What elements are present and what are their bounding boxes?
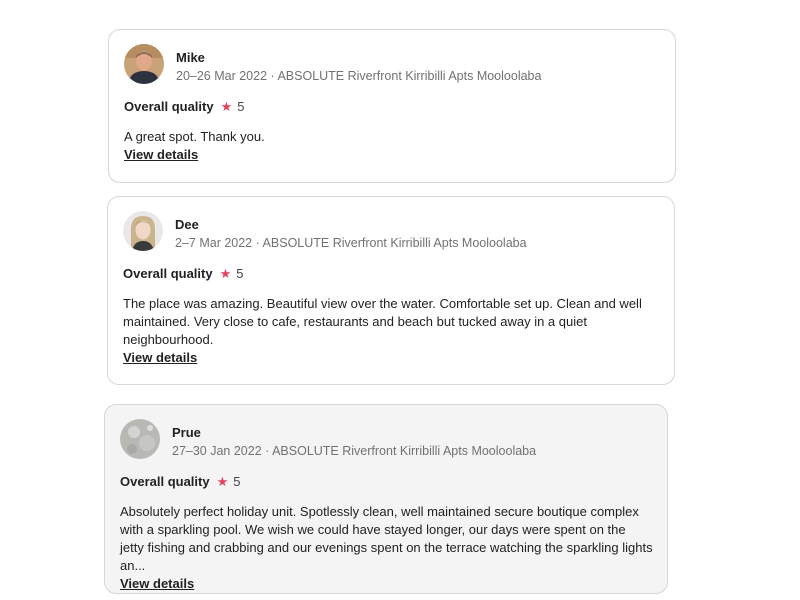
- star-icon: ★: [219, 266, 232, 281]
- review-meta: 27–30 Jan 2022 · ABSOLUTE Riverfront Kir…: [172, 444, 537, 458]
- view-details-link[interactable]: View details: [120, 576, 194, 592]
- review-header: Dee 2–7 Mar 2022 · ABSOLUTE Riverfront K…: [123, 211, 660, 255]
- review-header: Prue 27–30 Jan 2022 · ABSOLUTE Riverfron…: [120, 419, 653, 463]
- avatar[interactable]: [120, 419, 160, 459]
- rating-label: Overall quality: [123, 266, 213, 281]
- rating-value: 5: [237, 99, 245, 114]
- reviewer-name: Prue: [172, 425, 201, 440]
- view-details-link[interactable]: View details: [123, 350, 197, 366]
- review-card: Prue 27–30 Jan 2022 · ABSOLUTE Riverfron…: [104, 404, 668, 594]
- rating-row: Overall quality ★ 5: [120, 474, 653, 490]
- avatar[interactable]: [124, 44, 164, 84]
- rating-row: Overall quality ★ 5: [124, 99, 661, 115]
- star-icon: ★: [220, 99, 233, 114]
- review-header: Mike 20–26 Mar 2022 · ABSOLUTE Riverfron…: [124, 44, 661, 88]
- rating-label: Overall quality: [120, 474, 210, 489]
- review-text: The place was amazing. Beautiful view ov…: [123, 296, 642, 347]
- reviewer-name: Dee: [175, 217, 199, 232]
- review-card: Dee 2–7 Mar 2022 · ABSOLUTE Riverfront K…: [107, 196, 675, 385]
- rating-label: Overall quality: [124, 99, 214, 114]
- rating-value: 5: [233, 474, 241, 489]
- view-details-link[interactable]: View details: [124, 147, 198, 163]
- review-card: Mike 20–26 Mar 2022 · ABSOLUTE Riverfron…: [108, 29, 676, 183]
- reviewer-name: Mike: [176, 50, 205, 65]
- rating-row: Overall quality ★ 5: [123, 266, 660, 282]
- avatar[interactable]: [123, 211, 163, 251]
- review-meta: 2–7 Mar 2022 · ABSOLUTE Riverfront Kirri…: [175, 236, 527, 250]
- review-text: Absolutely perfect holiday unit. Spotles…: [120, 504, 653, 573]
- review-meta: 20–26 Mar 2022 · ABSOLUTE Riverfront Kir…: [176, 69, 542, 83]
- rating-value: 5: [236, 266, 244, 281]
- review-text: A great spot. Thank you.: [124, 129, 265, 144]
- reviews-page: Mike 20–26 Mar 2022 · ABSOLUTE Riverfron…: [0, 0, 800, 600]
- star-icon: ★: [216, 474, 229, 489]
